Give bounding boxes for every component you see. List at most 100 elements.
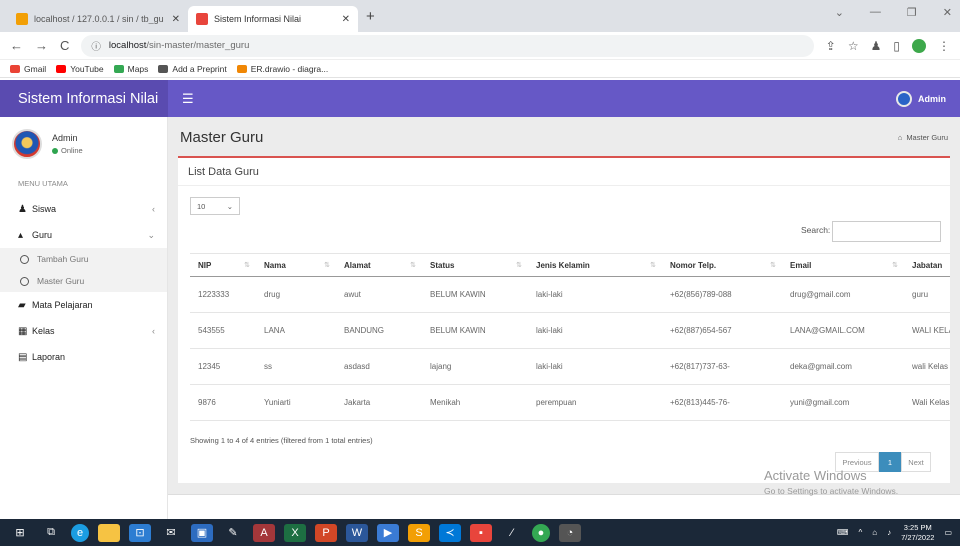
app-icon[interactable]: ▪ [470, 523, 492, 542]
close-window-icon[interactable]: ✕ [943, 6, 952, 19]
entries-length-select[interactable]: 10 ⌄ [190, 197, 240, 215]
profile-avatar-icon[interactable] [912, 38, 926, 53]
system-clock[interactable]: 3:25 PM 7/27/2022 [901, 523, 934, 543]
powerpoint-icon[interactable]: P [315, 523, 337, 542]
sidebar-subitem-tambah-guru[interactable]: Tambah Guru [0, 248, 167, 270]
user-menu[interactable]: Admin [896, 90, 946, 107]
sidebar-item-label: Mata Pelajaran [32, 300, 93, 310]
column-header-alamat[interactable]: Alamat ⇅ [336, 253, 422, 277]
bookmark-maps[interactable]: Maps [113, 64, 148, 74]
column-header-label: Nomor Telp. [670, 260, 717, 270]
windows-start-icon[interactable]: ⊞ [9, 524, 31, 542]
sidepanel-icon[interactable]: ▯ [893, 39, 900, 53]
edge-icon[interactable]: e [71, 523, 89, 542]
drawio-icon [236, 64, 247, 73]
sidebar-item-guru[interactable]: ▴ Guru ⌄ [0, 222, 167, 248]
minimize-icon[interactable]: — [870, 6, 881, 19]
close-tab-icon[interactable]: ✕ [342, 14, 350, 25]
extensions-icon[interactable]: ♟ [871, 39, 882, 53]
sort-icon: ⇅ [244, 261, 250, 269]
search-input[interactable] [832, 221, 941, 242]
reload-icon[interactable]: C [60, 38, 69, 53]
bookmark-preprint[interactable]: Add a Preprint [158, 63, 227, 74]
table-cell: perempuan [528, 384, 662, 421]
store-icon[interactable]: ⊡ [129, 523, 151, 542]
sublime-icon[interactable]: S [408, 523, 430, 542]
back-icon[interactable]: ← [10, 38, 23, 53]
bookmark-label: Add a Preprint [172, 63, 227, 74]
chevron-left-icon: ‹ [152, 204, 155, 214]
url-field[interactable]: ⓘ localhost/sin-master/master_guru [81, 34, 814, 57]
breadcrumb-item[interactable]: Master Guru [906, 133, 948, 142]
sidebar-subitem-master-guru[interactable]: Master Guru [0, 270, 167, 292]
bookmark-youtube[interactable]: YouTube [56, 64, 104, 74]
photos-icon[interactable]: ▣ [191, 523, 213, 542]
file-explorer-icon[interactable] [98, 523, 120, 542]
close-tab-icon[interactable]: ✕ [172, 14, 180, 25]
column-header-nomor-telp[interactable]: Nomor Telp. ⇅ [662, 253, 782, 277]
table-cell: BELUM KAWIN [422, 276, 528, 313]
online-dot-icon [52, 147, 58, 154]
excel-icon[interactable]: X [284, 523, 306, 542]
sidebar-item-label: Guru [32, 230, 53, 240]
column-header-label: Jabatan [912, 260, 943, 270]
forward-icon[interactable]: → [35, 38, 48, 53]
bookmark-star-icon[interactable]: ☆ [848, 39, 859, 53]
vscode-icon[interactable]: ≺ [439, 523, 461, 542]
chevron-down-icon: ⌄ [147, 229, 155, 240]
bookmark-drawio[interactable]: ER.drawio - diagra... [236, 63, 329, 74]
table-cell: +62(887)654-567 [662, 312, 782, 349]
menu-kebab-icon[interactable]: ⋮ [938, 39, 950, 53]
main-content: Master Guru ⌂ Master Guru List Data Guru… [168, 117, 960, 519]
phpmyadmin-icon [16, 13, 28, 25]
word-icon[interactable]: W [346, 523, 368, 542]
access-icon[interactable]: A [253, 523, 275, 542]
sidebar-item-mata-pelajaran[interactable]: ▰ Mata Pelajaran [0, 292, 167, 318]
task-view-icon[interactable]: ⧉ [40, 524, 62, 542]
column-header-email[interactable]: Email ⇅ [782, 253, 904, 277]
share-icon[interactable]: ⇪ [826, 39, 836, 53]
sidebar-item-kelas[interactable]: ▦ Kelas ‹ [0, 318, 167, 344]
chevron-down-icon[interactable]: ⌄ [835, 6, 844, 19]
volume-icon[interactable]: ♪ [887, 528, 891, 537]
table-cell: awut [336, 276, 422, 313]
page-title: Master Guru [180, 128, 264, 146]
sidebar-item-laporan[interactable]: ▤ Laporan [0, 344, 167, 370]
site-favicon-icon [196, 13, 208, 25]
mail-icon[interactable]: ✉ [160, 524, 182, 542]
data-table: NIP ⇅ Nama ⇅ Alamat ⇅ Status ⇅ Jenis Kelamin… [190, 253, 950, 421]
network-icon[interactable]: ⌂ [872, 528, 877, 537]
column-header-jabatan[interactable]: Jabatan [904, 253, 950, 277]
column-header-status[interactable]: Status ⇅ [422, 253, 528, 277]
bookmark-gmail[interactable]: Gmail [10, 64, 46, 74]
info-icon[interactable]: ⓘ [91, 39, 101, 53]
browser-tab-phpmyadmin[interactable]: localhost / 127.0.0.1 / sin / tb_gu ✕ [8, 6, 188, 32]
next-page-button[interactable]: Next [901, 452, 931, 472]
column-header-nip[interactable]: NIP ⇅ [190, 253, 256, 277]
media-icon[interactable]: ▶ [377, 523, 399, 542]
table-cell: +62(856)789-088 [662, 276, 782, 313]
restore-icon[interactable]: ❐ [907, 6, 917, 19]
length-value: 10 [197, 201, 206, 211]
app2-icon[interactable]: ◔ [559, 523, 581, 542]
sort-icon: ⇅ [650, 261, 656, 269]
table-info: Showing 1 to 4 of 4 entries (filtered fr… [190, 436, 373, 445]
bookmarks-bar: Gmail YouTube Maps Add a Preprint ER.dra… [0, 60, 960, 78]
chevron-down-icon: ⌄ [226, 201, 233, 211]
column-header-jenis-kelamin[interactable]: Jenis Kelamin ⇅ [528, 253, 662, 277]
address-bar: ← → C ⓘ localhost/sin-master/master_guru… [0, 32, 960, 60]
column-header-nama[interactable]: Nama ⇅ [256, 253, 336, 277]
column-header-label: Jenis Kelamin [536, 260, 590, 270]
keyboard-icon[interactable]: ⌨ [837, 528, 849, 537]
bookmark-label: ER.drawio - diagra... [250, 63, 329, 74]
sidebar-toggle-icon[interactable]: ☰ [182, 91, 194, 107]
pen-icon[interactable]: ⁄ [501, 524, 523, 542]
sidebar-item-siswa[interactable]: ♟ Siswa ‹ [0, 196, 167, 222]
chrome-icon[interactable]: ● [532, 523, 550, 542]
chevron-up-icon[interactable]: ^ [858, 528, 862, 537]
notification-icon[interactable]: ▭ [944, 528, 952, 537]
paint-icon[interactable]: ✎ [222, 524, 244, 542]
new-tab-icon[interactable]: + [366, 8, 375, 25]
app-brand[interactable]: Sistem Informasi Nilai [0, 80, 168, 117]
browser-tab-active[interactable]: Sistem Informasi Nilai ✕ [188, 6, 358, 32]
